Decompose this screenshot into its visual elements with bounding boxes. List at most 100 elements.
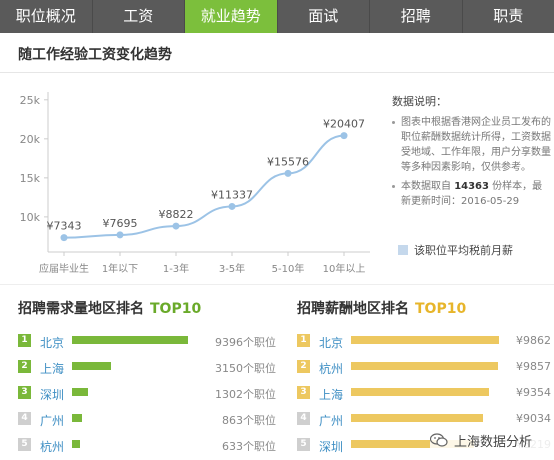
- ranking-value: ¥9354: [516, 386, 551, 399]
- ranking-row: 1 北京 ¥9862: [297, 334, 551, 351]
- demand-ranking: 招聘需求量地区排名 TOP10: [18, 298, 201, 318]
- ranking-value: 863个职位: [222, 414, 276, 427]
- tab-employment-trend[interactable]: 就业趋势: [185, 0, 278, 33]
- ranking-bar: [72, 336, 188, 344]
- city-link[interactable]: 深圳: [319, 438, 343, 455]
- city-link[interactable]: 北京: [319, 334, 343, 351]
- data-label: ¥11337: [211, 188, 253, 201]
- top10-label: TOP10: [150, 301, 202, 317]
- data-label: ¥7695: [103, 217, 138, 230]
- nav-tabs: 职位概况 工资 就业趋势 面试 招聘 职责: [0, 0, 554, 33]
- salary-ranking-title: 招聘薪酬地区排名 TOP10: [297, 298, 466, 318]
- data-label: ¥7343: [47, 220, 82, 233]
- tab-salary[interactable]: 工资: [93, 0, 185, 33]
- data-point: [60, 234, 68, 242]
- x-tick-label: 3-5年: [219, 262, 245, 275]
- ranking-bar: [351, 336, 499, 344]
- ranking-row: 3 上海 ¥9354: [297, 386, 551, 403]
- note-text: 本数据取自: [401, 181, 455, 192]
- ranking-bar: [351, 362, 498, 370]
- tab-interview[interactable]: 面试: [278, 0, 370, 33]
- data-point: [284, 169, 292, 177]
- rank-number-badge: 2: [297, 360, 310, 373]
- ranking-row: 1 北京 9396个职位: [18, 334, 276, 351]
- ranking-bar: [72, 414, 82, 422]
- watermark-text: 上海数据分析: [454, 434, 533, 450]
- x-tick-label: 1-3年: [163, 262, 189, 275]
- watermark: 上海数据分析: [430, 428, 554, 452]
- ranking-title-text: 招聘需求量地区排名: [18, 301, 144, 317]
- city-link[interactable]: 上海: [40, 360, 64, 377]
- city-link[interactable]: 上海: [319, 386, 343, 403]
- ranking-row: 4 广州 ¥9034: [297, 412, 551, 429]
- ranking-value: 9396个职位: [215, 336, 276, 349]
- rank-number-badge: 3: [297, 386, 310, 399]
- x-tick-label: 5-10年: [272, 262, 305, 275]
- notes-title: 数据说明：: [392, 95, 447, 108]
- ranking-value: 633个职位: [222, 440, 276, 453]
- data-point: [116, 231, 124, 239]
- note-item: 图表中根据香港网企业员工发布的职位薪酬数据统计所得，工资数据受地域、工作年限，用…: [392, 115, 552, 175]
- top10-label: TOP10: [415, 301, 467, 317]
- data-label: ¥15576: [267, 155, 309, 168]
- city-link[interactable]: 杭州: [319, 360, 343, 377]
- ranking-value: ¥9857: [516, 360, 551, 373]
- ranking-bar: [351, 388, 489, 396]
- x-tick-label: 1年以下: [102, 262, 138, 275]
- ranking-bar: [72, 440, 80, 448]
- rank-number-badge: 5: [297, 438, 310, 451]
- ranking-row: 2 杭州 ¥9857: [297, 360, 551, 377]
- salary-trend-chart: 10k 15k 20k 25k ¥7343 应届毕业生 ¥7695 1年以下 ¥8822 1-3年…: [20, 92, 370, 275]
- section-title: 随工作经验工资变化趋势: [18, 47, 172, 63]
- rank-number-badge: 1: [18, 334, 31, 347]
- ranking-value: 3150个职位: [215, 362, 276, 375]
- rank-number-badge: 2: [18, 360, 31, 373]
- rank-number-badge: 5: [18, 438, 31, 451]
- rank-number-badge: 4: [18, 412, 31, 425]
- sample-count: 14363: [454, 181, 489, 192]
- demand-ranking-title: 招聘需求量地区排名 TOP10: [18, 298, 201, 318]
- divider: [0, 284, 554, 285]
- data-point: [340, 132, 348, 140]
- data-notes: 数据说明： 图表中根据香港网企业员工发布的职位薪酬数据统计所得，工资数据受地域、…: [392, 94, 552, 213]
- city-link[interactable]: 北京: [40, 334, 64, 351]
- y-tick-label: 20k: [20, 133, 41, 146]
- x-tick-label: 应届毕业生: [39, 262, 89, 275]
- legend-swatch-icon: [398, 245, 408, 255]
- tab-overview[interactable]: 职位概况: [0, 0, 93, 33]
- ranking-row: 3 深圳 1302个职位: [18, 386, 276, 403]
- ranking-value: 1302个职位: [215, 388, 276, 401]
- divider: [0, 72, 554, 73]
- ranking-row: 5 杭州 633个职位: [18, 438, 276, 455]
- city-link[interactable]: 广州: [319, 412, 343, 429]
- data-label: ¥20407: [323, 118, 365, 131]
- rank-number-badge: 4: [297, 412, 310, 425]
- chart-legend: 该职位平均税前月薪: [398, 242, 513, 258]
- ranking-row: 2 上海 3150个职位: [18, 360, 276, 377]
- ranking-title-text: 招聘薪酬地区排名: [297, 301, 409, 317]
- city-link[interactable]: 广州: [40, 412, 64, 429]
- salary-ranking: 招聘薪酬地区排名 TOP10: [297, 298, 466, 318]
- tab-responsibilities[interactable]: 职责: [463, 0, 554, 33]
- y-tick-label: 25k: [20, 94, 41, 107]
- note-item: 本数据取自 14363 份样本，最新更新时间：2016-05-29: [392, 179, 552, 209]
- ranking-bar: [72, 362, 111, 370]
- ranking-row: 4 广州 863个职位: [18, 412, 276, 429]
- city-link[interactable]: 杭州: [40, 438, 64, 455]
- data-point: [172, 222, 180, 230]
- rank-number-badge: 3: [18, 386, 31, 399]
- legend-label: 该职位平均税前月薪: [414, 244, 513, 257]
- y-tick-label: 15k: [20, 172, 41, 185]
- x-tick-label: 10年以上: [323, 262, 366, 275]
- tab-recruitment[interactable]: 招聘: [370, 0, 463, 33]
- wechat-icon: [430, 433, 448, 447]
- rank-number-badge: 1: [297, 334, 310, 347]
- ranking-bar: [351, 414, 483, 422]
- data-label: ¥8822: [159, 208, 194, 221]
- ranking-bar: [72, 388, 88, 396]
- data-point: [228, 202, 236, 210]
- ranking-value: ¥9862: [516, 334, 551, 347]
- city-link[interactable]: 深圳: [40, 386, 64, 403]
- ranking-value: ¥9034: [516, 412, 551, 425]
- y-tick-label: 10k: [20, 211, 41, 224]
